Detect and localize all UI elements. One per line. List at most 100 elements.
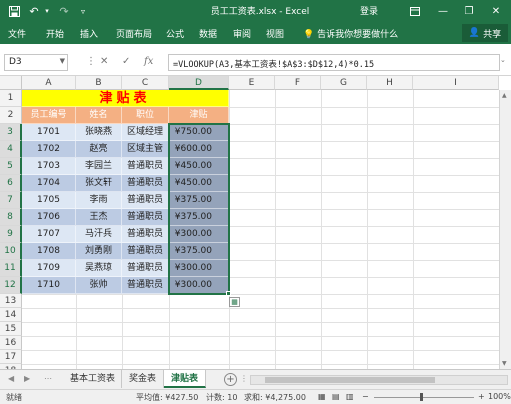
horizontal-scrollbar[interactable] xyxy=(250,375,508,385)
zoom-slider[interactable] xyxy=(374,397,474,398)
tab-view[interactable]: 视图 xyxy=(266,27,284,40)
login-link[interactable]: 登录 xyxy=(360,4,378,17)
header-cell-position[interactable]: 职位 xyxy=(122,107,169,124)
table-cell[interactable]: 普通职员 xyxy=(122,175,169,192)
tab-splitter-icon[interactable]: ⋮ xyxy=(240,374,248,383)
row-header[interactable]: 10 xyxy=(0,243,22,260)
undo-dropdown-icon[interactable]: ▾ xyxy=(42,3,52,19)
zoom-in-icon[interactable]: + xyxy=(478,392,485,401)
table-cell[interactable]: 1705 xyxy=(22,192,76,209)
column-header-g[interactable]: G xyxy=(321,76,367,90)
tell-me-box[interactable]: 💡 告诉我你想要做什么 xyxy=(303,27,398,40)
column-header-a[interactable]: A xyxy=(22,76,76,90)
table-cell[interactable]: 普通职员 xyxy=(122,260,169,277)
add-sheet-icon[interactable]: + xyxy=(224,373,237,386)
table-cell[interactable]: 普通职员 xyxy=(122,158,169,175)
insert-function-icon[interactable]: fx xyxy=(144,56,153,67)
column-header-i[interactable]: I xyxy=(413,76,499,90)
page-break-view-icon[interactable]: ▥ xyxy=(346,392,354,401)
expand-formula-icon[interactable]: ⌄ xyxy=(500,56,506,64)
column-header-c[interactable]: C xyxy=(122,76,169,90)
scroll-up-icon[interactable]: ▲ xyxy=(502,92,507,99)
table-cell[interactable]: ¥300.00 xyxy=(169,260,229,277)
tab-insert[interactable]: 插入 xyxy=(80,27,98,40)
table-cell[interactable]: 1709 xyxy=(22,260,76,277)
column-header-b[interactable]: B xyxy=(76,76,122,90)
row-header[interactable]: 4 xyxy=(0,141,22,158)
formula-input[interactable]: =VLOOKUP(A3,基本工资表!$A$3:$D$12,4)*0.15 xyxy=(168,54,500,71)
table-cell[interactable]: 区域主管 xyxy=(122,141,169,158)
name-box[interactable]: D3 ▼ xyxy=(4,54,68,71)
row-header[interactable]: 13 xyxy=(0,294,22,308)
prev-sheet-icon[interactable]: ◀ xyxy=(8,374,14,383)
close-icon[interactable]: ✕ xyxy=(485,2,507,20)
column-header-h[interactable]: H xyxy=(367,76,413,90)
table-cell[interactable]: 1710 xyxy=(22,277,76,294)
table-cell[interactable]: 张文轩 xyxy=(76,175,122,192)
table-cell[interactable]: 李雨 xyxy=(76,192,122,209)
table-cell[interactable]: ¥600.00 xyxy=(169,141,229,158)
sheet-tab-allowance[interactable]: 津贴表 xyxy=(164,370,206,388)
table-cell[interactable]: ¥750.00 xyxy=(169,124,229,141)
table-cell[interactable]: ¥375.00 xyxy=(169,192,229,209)
table-cell[interactable]: 普通职员 xyxy=(122,277,169,294)
vertical-scrollbar[interactable]: ▲ ▼ xyxy=(499,90,511,369)
table-cell[interactable]: 普通职员 xyxy=(122,192,169,209)
header-cell-allowance[interactable]: 津贴 xyxy=(169,107,229,124)
table-cell[interactable]: ¥450.00 xyxy=(169,175,229,192)
fill-handle[interactable] xyxy=(226,291,231,296)
table-cell[interactable]: 刘勇刚 xyxy=(76,243,122,260)
chevron-down-icon[interactable]: ▼ xyxy=(60,57,65,65)
scroll-thumb[interactable] xyxy=(265,377,435,383)
table-cell[interactable]: 普通职员 xyxy=(122,243,169,260)
row-header[interactable]: 5 xyxy=(0,158,22,175)
share-button[interactable]: 👤 共享 xyxy=(462,24,508,42)
table-cell[interactable]: 1703 xyxy=(22,158,76,175)
table-cell[interactable]: 1704 xyxy=(22,175,76,192)
row-header[interactable]: 8 xyxy=(0,209,22,226)
column-header-f[interactable]: F xyxy=(275,76,321,90)
table-cell[interactable]: ¥375.00 xyxy=(169,243,229,260)
page-layout-view-icon[interactable]: ▤ xyxy=(332,392,340,401)
header-cell-name[interactable]: 姓名 xyxy=(76,107,122,124)
table-cell[interactable]: 1701 xyxy=(22,124,76,141)
row-header[interactable]: 2 xyxy=(0,107,22,124)
redo-icon[interactable]: ↷ xyxy=(56,3,72,19)
row-header[interactable]: 7 xyxy=(0,192,22,209)
column-header-e[interactable]: E xyxy=(229,76,275,90)
row-header[interactable]: 15 xyxy=(0,322,22,336)
table-cell[interactable]: 吴燕琼 xyxy=(76,260,122,277)
table-cell[interactable]: ¥300.00 xyxy=(169,226,229,243)
row-header[interactable]: 3 xyxy=(0,124,22,141)
table-cell[interactable]: ¥450.00 xyxy=(169,158,229,175)
row-header[interactable]: 9 xyxy=(0,226,22,243)
quick-analysis-icon[interactable]: ▦ xyxy=(229,297,240,307)
undo-icon[interactable]: ↶ xyxy=(26,3,42,19)
sheet-title-cell[interactable]: 津贴表 xyxy=(22,90,229,107)
restore-icon[interactable]: ❐ xyxy=(458,2,480,20)
table-cell[interactable]: 区域经理 xyxy=(122,124,169,141)
worksheet-grid[interactable]: A B C D E F G H I 1 2 3 4 5 6 7 8 9 10 1… xyxy=(0,76,511,369)
customize-icon[interactable]: ▿ xyxy=(76,3,90,19)
table-cell[interactable]: 张帅 xyxy=(76,277,122,294)
table-cell[interactable]: ¥375.00 xyxy=(169,209,229,226)
ribbon-display-icon[interactable] xyxy=(404,2,426,20)
table-cell[interactable]: 1708 xyxy=(22,243,76,260)
tab-page-layout[interactable]: 页面布局 xyxy=(116,27,152,40)
more-sheets-icon[interactable]: ⋯ xyxy=(44,374,52,383)
scroll-down-icon[interactable]: ▼ xyxy=(502,360,507,367)
table-cell[interactable]: 1706 xyxy=(22,209,76,226)
minimize-icon[interactable]: — xyxy=(432,2,454,20)
table-cell[interactable]: 马汗兵 xyxy=(76,226,122,243)
table-cell[interactable]: ¥300.00 xyxy=(169,277,229,294)
table-cell[interactable]: 普通职员 xyxy=(122,209,169,226)
row-header[interactable]: 1 xyxy=(0,90,22,107)
normal-view-icon[interactable]: ▦ xyxy=(318,392,326,401)
row-header[interactable]: 14 xyxy=(0,308,22,322)
save-icon[interactable] xyxy=(6,3,22,19)
zoom-level[interactable]: 100% xyxy=(488,392,511,401)
zoom-slider-thumb[interactable] xyxy=(420,393,423,401)
row-header[interactable]: 12 xyxy=(0,277,22,294)
row-header[interactable]: 11 xyxy=(0,260,22,277)
sheet-tab-bonus[interactable]: 奖金表 xyxy=(122,370,164,388)
